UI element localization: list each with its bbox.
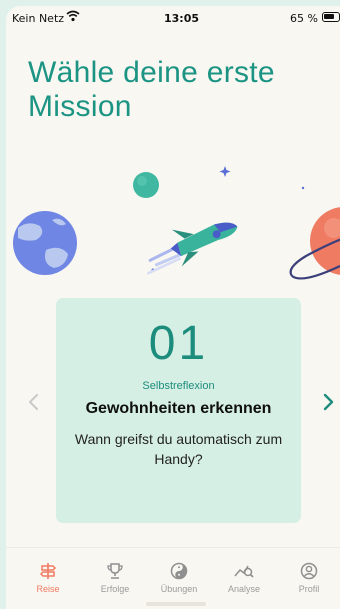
mission-name: Gewohnheiten erkennen bbox=[85, 400, 272, 417]
star-icon bbox=[219, 166, 231, 177]
battery-icon bbox=[322, 12, 340, 22]
space-illustration bbox=[13, 166, 340, 280]
small-moon-icon bbox=[133, 172, 159, 198]
wifi-icon bbox=[66, 10, 80, 25]
tab-bar: Reise Erfolge Übungen Analyse Profil bbox=[6, 547, 340, 609]
tab-label: Analyse bbox=[227, 584, 261, 594]
next-mission-button[interactable] bbox=[318, 392, 338, 412]
mission-question: Wann greifst du automatisch zum Handy? bbox=[74, 431, 283, 467]
tab-erfolge[interactable]: Erfolge bbox=[85, 562, 145, 594]
tab-label: Erfolge bbox=[100, 584, 130, 594]
app-screen: Kein Netz 13:05 65 % Wähle deine erste M… bbox=[6, 6, 340, 609]
chevron-right-icon bbox=[323, 393, 334, 411]
page-title: Wähle deine erste Mission bbox=[28, 56, 275, 123]
trophy-icon bbox=[107, 563, 123, 579]
blue-planet-icon bbox=[13, 211, 77, 275]
profile-icon bbox=[300, 562, 318, 580]
previous-mission-button[interactable] bbox=[24, 392, 44, 412]
tab-profil[interactable]: Profil bbox=[279, 562, 339, 594]
tab-uebungen[interactable]: Übungen bbox=[149, 562, 209, 594]
tab-label: Profil bbox=[298, 584, 320, 594]
signpost-icon bbox=[39, 563, 57, 579]
status-bar: Kein Netz 13:05 65 % bbox=[6, 6, 340, 32]
battery-percent: 65 % bbox=[290, 12, 318, 25]
yin-yang-icon bbox=[170, 562, 188, 580]
mission-category: Selbstreflexion bbox=[142, 380, 215, 392]
carrier-label: Kein Netz bbox=[12, 12, 65, 25]
ringed-planet-icon bbox=[289, 207, 340, 280]
mission-card[interactable]: 01 Selbstreflexion Gewohnheiten erkennen… bbox=[56, 298, 301, 523]
clock: 13:05 bbox=[164, 12, 200, 25]
home-indicator bbox=[146, 602, 206, 606]
tab-reise[interactable]: Reise bbox=[18, 562, 78, 594]
mission-number: 01 bbox=[148, 317, 209, 370]
rocket-icon bbox=[147, 222, 238, 275]
tab-label: Übungen bbox=[160, 584, 198, 594]
tab-analyse[interactable]: Analyse bbox=[214, 562, 274, 594]
tab-label: Reise bbox=[36, 584, 60, 594]
chevron-left-icon bbox=[29, 394, 38, 410]
chart-search-icon bbox=[234, 565, 254, 578]
